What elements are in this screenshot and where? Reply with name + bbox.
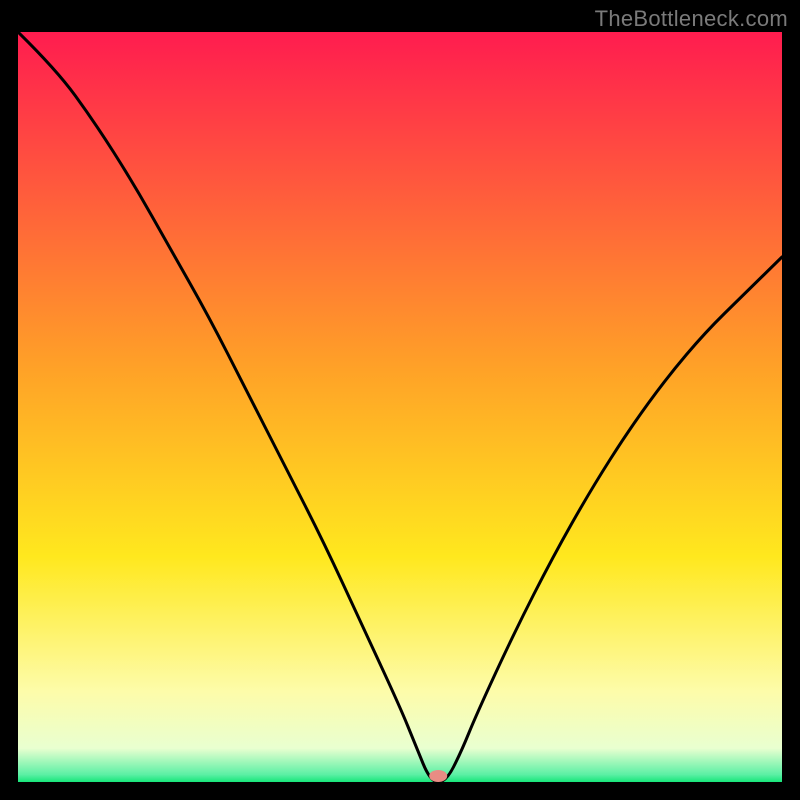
watermark-text: TheBottleneck.com — [595, 6, 788, 32]
plot-area — [18, 32, 782, 782]
minimum-marker — [429, 770, 447, 782]
chart-svg — [18, 32, 782, 782]
gradient-background — [18, 32, 782, 782]
chart-frame: TheBottleneck.com — [0, 0, 800, 800]
